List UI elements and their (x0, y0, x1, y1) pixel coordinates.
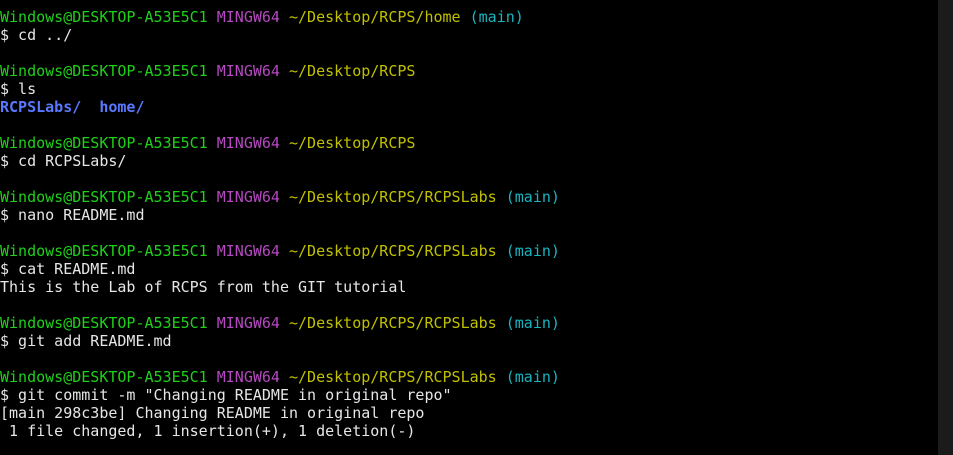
prompt-user: Windows@DESKTOP-A53E5C1 (0, 8, 208, 26)
prompt-host: MINGW64 (216, 8, 280, 26)
directory-entry: RCPSLabs/ (0, 98, 82, 116)
prompt-line: Windows@DESKTOP-A53E5C1 MINGW64 ~/Deskto… (0, 314, 938, 332)
command-line: $ git add README.md (0, 332, 172, 350)
prompt-path: ~/Desktop/RCPS/RCPSLabs (289, 242, 497, 260)
prompt-path: ~/Desktop/RCPS/RCPSLabs (289, 368, 497, 386)
output-line: 1 file changed, 1 insertion(+), 1 deleti… (0, 422, 416, 440)
output-line: [main 298c3be] Changing README in origin… (0, 404, 425, 422)
terminal-window[interactable]: Windows@DESKTOP-A53E5C1 MINGW64 ~/Deskto… (0, 0, 938, 455)
prompt-host: MINGW64 (216, 134, 280, 152)
prompt-line: Windows@DESKTOP-A53E5C1 MINGW64 ~/Deskto… (0, 368, 938, 386)
prompt-user: Windows@DESKTOP-A53E5C1 (0, 134, 208, 152)
prompt-host: MINGW64 (216, 314, 280, 332)
ls-output-line: RCPSLabs/ home/ (0, 98, 938, 116)
prompt-host: MINGW64 (216, 242, 280, 260)
prompt-host: MINGW64 (216, 368, 280, 386)
prompt-branch: (main) (469, 8, 524, 26)
command-line: $ cd RCPSLabs/ (0, 152, 127, 170)
prompt-user: Windows@DESKTOP-A53E5C1 (0, 314, 208, 332)
terminal-scrollbar[interactable] (938, 0, 953, 455)
prompt-path: ~/Desktop/RCPS/home (289, 8, 461, 26)
prompt-path: ~/Desktop/RCPS (289, 134, 416, 152)
prompt-user: Windows@DESKTOP-A53E5C1 (0, 188, 208, 206)
prompt-path: ~/Desktop/RCPS/RCPSLabs (289, 188, 497, 206)
prompt-path: ~/Desktop/RCPS/RCPSLabs (289, 314, 497, 332)
command-line: $ cat README.md (0, 260, 136, 278)
prompt-branch: (main) (505, 242, 560, 260)
prompt-host: MINGW64 (216, 188, 280, 206)
prompt-branch: (main) (505, 314, 560, 332)
prompt-path: ~/Desktop/RCPS (289, 62, 416, 80)
prompt-line: Windows@DESKTOP-A53E5C1 MINGW64 ~/Deskto… (0, 134, 938, 152)
directory-entry: home/ (99, 98, 145, 116)
prompt-line: Windows@DESKTOP-A53E5C1 MINGW64 ~/Deskto… (0, 188, 938, 206)
prompt-user: Windows@DESKTOP-A53E5C1 (0, 62, 208, 80)
prompt-branch: (main) (505, 368, 560, 386)
command-line: $ cd ../ (0, 26, 73, 44)
command-line: $ nano README.md (0, 206, 145, 224)
prompt-user: Windows@DESKTOP-A53E5C1 (0, 368, 208, 386)
prompt-user: Windows@DESKTOP-A53E5C1 (0, 242, 208, 260)
command-line: $ ls (0, 80, 37, 98)
prompt-line: Windows@DESKTOP-A53E5C1 MINGW64 ~/Deskto… (0, 62, 938, 80)
prompt-branch: (main) (505, 188, 560, 206)
command-line: $ git commit -m "Changing README in orig… (0, 386, 452, 404)
prompt-host: MINGW64 (216, 62, 280, 80)
output-line: This is the Lab of RCPS from the GIT tut… (0, 278, 407, 296)
prompt-line: Windows@DESKTOP-A53E5C1 MINGW64 ~/Deskto… (0, 8, 938, 26)
prompt-line: Windows@DESKTOP-A53E5C1 MINGW64 ~/Deskto… (0, 242, 938, 260)
